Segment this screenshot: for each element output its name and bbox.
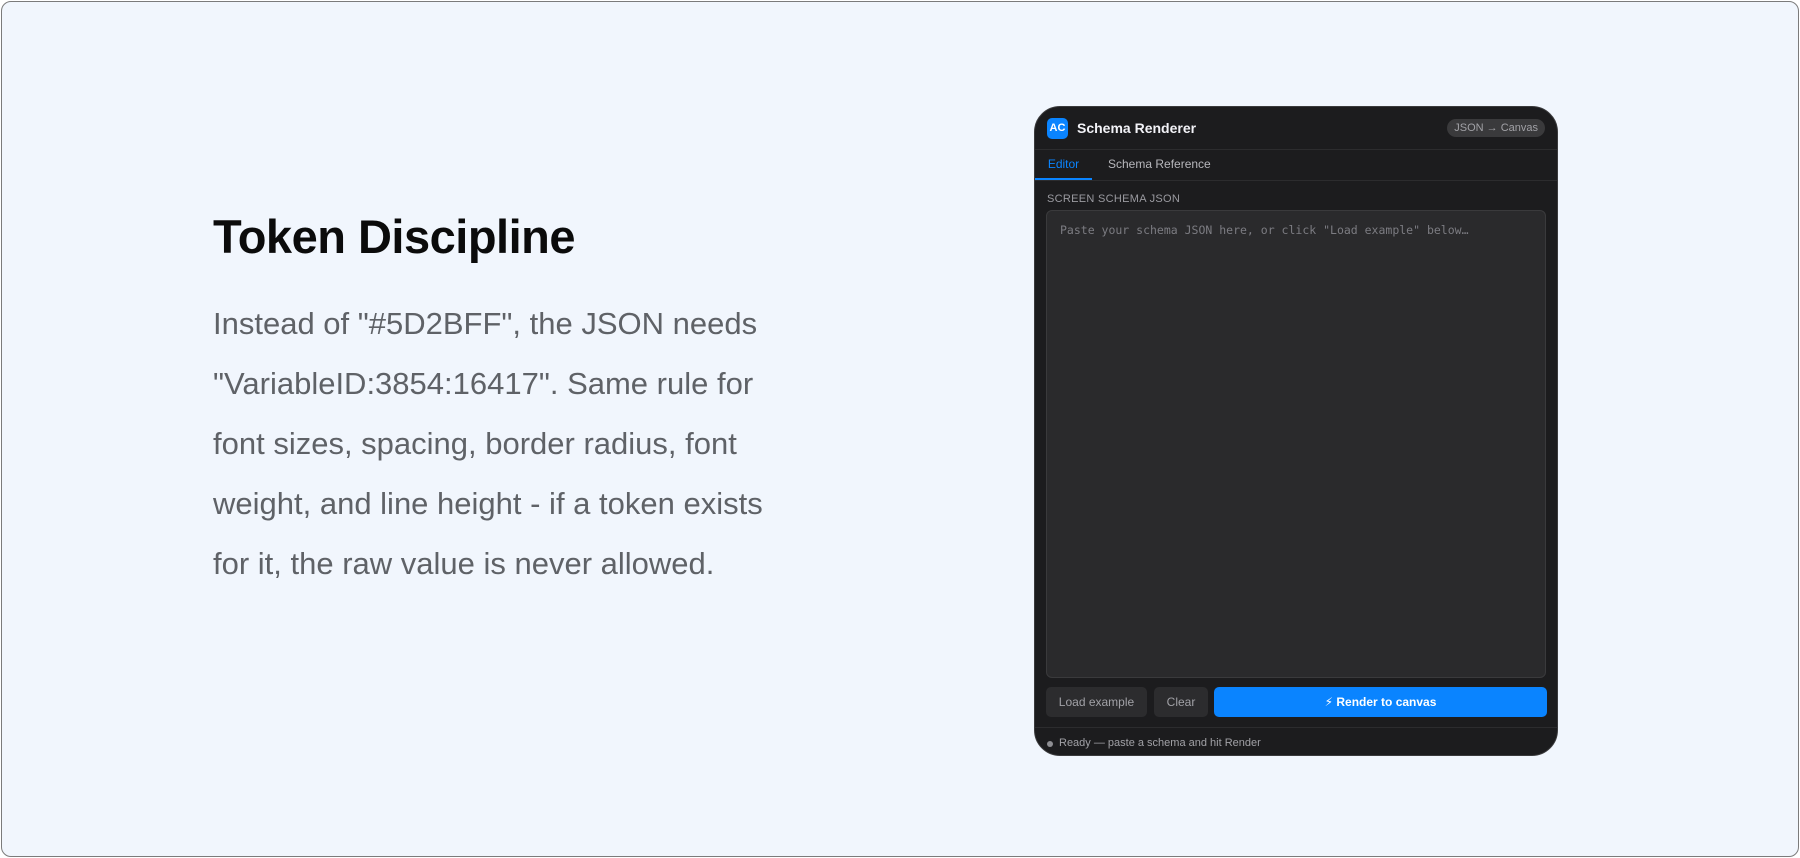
slide-copy: Token Discipline Instead of "#5D2BFF", t… <box>213 202 813 594</box>
tab-editor[interactable]: Editor <box>1035 150 1092 180</box>
tab-schema-reference[interactable]: Schema Reference <box>1108 150 1211 180</box>
status-text: Ready — paste a schema and hit Render <box>1059 737 1261 749</box>
plugin-window: AC Schema Renderer JSON → Canvas Editor … <box>1034 106 1558 756</box>
section-label: SCREEN SCHEMA JSON <box>1047 193 1181 205</box>
status-dot-icon <box>1047 741 1053 747</box>
clear-button[interactable]: Clear <box>1154 687 1208 717</box>
render-to-canvas-button[interactable]: ⚡ Render to canvas <box>1214 687 1547 717</box>
load-example-button[interactable]: Load example <box>1046 687 1147 717</box>
tab-bar: Editor Schema Reference <box>1035 150 1557 181</box>
mode-badge: JSON → Canvas <box>1447 119 1545 137</box>
slide-title: Token Discipline <box>213 210 576 263</box>
app-logo-icon: AC <box>1047 118 1068 139</box>
plugin-titlebar: AC Schema Renderer JSON → Canvas <box>1035 107 1557 150</box>
status-bar: Ready — paste a schema and hit Render <box>1035 727 1557 755</box>
slide-canvas: Token Discipline Instead of "#5D2BFF", t… <box>1 1 1799 857</box>
schema-json-input[interactable] <box>1046 210 1546 678</box>
app-title: Schema Renderer <box>1077 120 1197 136</box>
slide-body: Instead of "#5D2BFF", the JSON needs "Va… <box>213 306 763 581</box>
